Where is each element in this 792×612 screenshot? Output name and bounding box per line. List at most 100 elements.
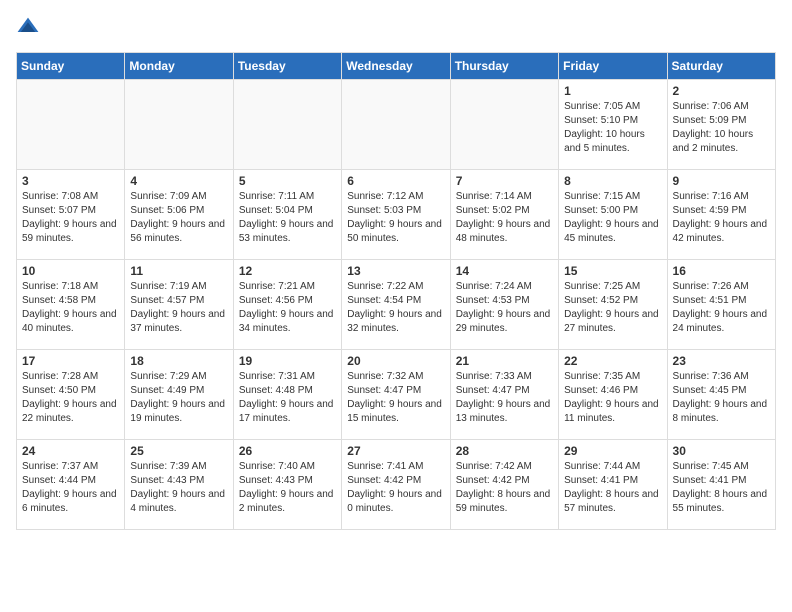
day-detail: Sunrise: 7:15 AMSunset: 5:00 PMDaylight:…: [564, 190, 661, 246]
day-number: 24: [22, 444, 119, 458]
col-header-sunday: Sunday: [17, 53, 125, 80]
day-detail: Sunrise: 7:31 AMSunset: 4:48 PMDaylight:…: [239, 370, 336, 426]
calendar-cell: 24 Sunrise: 7:37 AMSunset: 4:44 PMDayligh…: [17, 440, 125, 530]
day-detail: Sunrise: 7:33 AMSunset: 4:47 PMDaylight:…: [456, 370, 553, 426]
calendar-cell: 15Sunrise: 7:25 AMSunset: 4:52 PMDayligh…: [559, 260, 667, 350]
calendar-cell: 10 Sunrise: 7:18 AMSunset: 4:58 PMDayligh…: [17, 260, 125, 350]
day-detail: Sunrise: 7:08 AMSunset: 5:07 PMDaylight:…: [22, 190, 119, 246]
day-detail: Sunrise: 7:26 AMSunset: 4:51 PMDaylight:…: [673, 280, 770, 336]
col-header-thursday: Thursday: [450, 53, 558, 80]
day-number: 1: [564, 84, 661, 98]
day-detail: Sunrise: 7:45 AMSunset: 4:41 PMDaylight:…: [673, 460, 770, 516]
col-header-monday: Monday: [125, 53, 233, 80]
day-detail: Sunrise: 7:36 AMSunset: 4:45 PMDaylight:…: [673, 370, 770, 426]
calendar-cell: 14 Sunrise: 7:24 AMSunset: 4:53 PMDayligh…: [450, 260, 558, 350]
calendar-cell: [125, 80, 233, 170]
calendar-cell: 16 Sunrise: 7:26 AMSunset: 4:51 PMDayligh…: [667, 260, 775, 350]
day-detail: Sunrise: 7:29 AMSunset: 4:49 PMDaylight:…: [130, 370, 227, 426]
col-header-tuesday: Tuesday: [233, 53, 341, 80]
day-detail: Sunrise: 7:32 AMSunset: 4:47 PMDaylight:…: [347, 370, 444, 426]
calendar-cell: 11 Sunrise: 7:19 AMSunset: 4:57 PMDayligh…: [125, 260, 233, 350]
logo-icon: [16, 16, 40, 40]
day-number: 6: [347, 174, 444, 188]
day-number: 9: [673, 174, 770, 188]
calendar-cell: 26 Sunrise: 7:40 AMSunset: 4:43 PMDayligh…: [233, 440, 341, 530]
day-number: 29: [564, 444, 661, 458]
calendar-cell: 3 Sunrise: 7:08 AMSunset: 5:07 PMDaylight…: [17, 170, 125, 260]
calendar-cell: 22 Sunrise: 7:35 AMSunset: 4:46 PMDayligh…: [559, 350, 667, 440]
calendar-cell: [450, 80, 558, 170]
calendar-cell: 28 Sunrise: 7:42 AMSunset: 4:42 PMDayligh…: [450, 440, 558, 530]
day-detail: Sunrise: 7:09 AMSunset: 5:06 PMDaylight:…: [130, 190, 227, 246]
day-number: 16: [673, 264, 770, 278]
logo: [16, 16, 44, 40]
day-number: 30: [673, 444, 770, 458]
day-number: 19: [239, 354, 336, 368]
calendar-cell: 19 Sunrise: 7:31 AMSunset: 4:48 PMDayligh…: [233, 350, 341, 440]
day-detail: Sunrise: 7:42 AMSunset: 4:42 PMDaylight:…: [456, 460, 553, 516]
day-detail: Sunrise: 7:41 AMSunset: 4:42 PMDaylight:…: [347, 460, 444, 516]
calendar-cell: [233, 80, 341, 170]
day-detail: Sunrise: 7:06 AMSunset: 5:09 PMDaylight:…: [673, 100, 770, 156]
day-detail: Sunrise: 7:25 AMSunset: 4:52 PMDaylight:…: [564, 280, 661, 336]
day-detail: Sunrise: 7:37 AMSunset: 4:44 PMDaylight:…: [22, 460, 119, 516]
day-number: 23: [673, 354, 770, 368]
day-number: 10: [22, 264, 119, 278]
day-detail: Sunrise: 7:39 AMSunset: 4:43 PMDaylight:…: [130, 460, 227, 516]
day-number: 26: [239, 444, 336, 458]
day-detail: Sunrise: 7:16 AMSunset: 4:59 PMDaylight:…: [673, 190, 770, 246]
calendar-cell: 20 Sunrise: 7:32 AMSunset: 4:47 PMDayligh…: [342, 350, 450, 440]
day-number: 13: [347, 264, 444, 278]
day-detail: Sunrise: 7:18 AMSunset: 4:58 PMDaylight:…: [22, 280, 119, 336]
day-number: 21: [456, 354, 553, 368]
calendar-cell: 23 Sunrise: 7:36 AMSunset: 4:45 PMDayligh…: [667, 350, 775, 440]
calendar-cell: 5 Sunrise: 7:11 AMSunset: 5:04 PMDaylight…: [233, 170, 341, 260]
day-number: 20: [347, 354, 444, 368]
day-number: 12: [239, 264, 336, 278]
calendar-cell: 25 Sunrise: 7:39 AMSunset: 4:43 PMDayligh…: [125, 440, 233, 530]
day-detail: Sunrise: 7:24 AMSunset: 4:53 PMDaylight:…: [456, 280, 553, 336]
day-number: 3: [22, 174, 119, 188]
page-header: [16, 16, 776, 40]
day-number: 22: [564, 354, 661, 368]
day-detail: Sunrise: 7:12 AMSunset: 5:03 PMDaylight:…: [347, 190, 444, 246]
calendar-cell: 2 Sunrise: 7:06 AMSunset: 5:09 PMDaylight…: [667, 80, 775, 170]
calendar-cell: 29 Sunrise: 7:44 AMSunset: 4:41 PMDayligh…: [559, 440, 667, 530]
calendar-cell: 4Sunrise: 7:09 AMSunset: 5:06 PMDaylight…: [125, 170, 233, 260]
day-number: 7: [456, 174, 553, 188]
calendar-table: SundayMondayTuesdayWednesdayThursdayFrid…: [16, 52, 776, 530]
col-header-wednesday: Wednesday: [342, 53, 450, 80]
calendar-cell: 30 Sunrise: 7:45 AMSunset: 4:41 PMDayligh…: [667, 440, 775, 530]
day-detail: Sunrise: 7:22 AMSunset: 4:54 PMDaylight:…: [347, 280, 444, 336]
day-number: 5: [239, 174, 336, 188]
day-number: 2: [673, 84, 770, 98]
calendar-cell: 13 Sunrise: 7:22 AMSunset: 4:54 PMDayligh…: [342, 260, 450, 350]
col-header-friday: Friday: [559, 53, 667, 80]
day-number: 18: [130, 354, 227, 368]
day-detail: Sunrise: 7:19 AMSunset: 4:57 PMDaylight:…: [130, 280, 227, 336]
day-detail: Sunrise: 7:28 AMSunset: 4:50 PMDaylight:…: [22, 370, 119, 426]
day-detail: Sunrise: 7:11 AMSunset: 5:04 PMDaylight:…: [239, 190, 336, 246]
day-number: 11: [130, 264, 227, 278]
col-header-saturday: Saturday: [667, 53, 775, 80]
day-number: 27: [347, 444, 444, 458]
calendar-cell: 1 Sunrise: 7:05 AMSunset: 5:10 PMDaylight…: [559, 80, 667, 170]
calendar-cell: 8 Sunrise: 7:15 AMSunset: 5:00 PMDaylight…: [559, 170, 667, 260]
day-detail: Sunrise: 7:14 AMSunset: 5:02 PMDaylight:…: [456, 190, 553, 246]
day-detail: Sunrise: 7:40 AMSunset: 4:43 PMDaylight:…: [239, 460, 336, 516]
day-detail: Sunrise: 7:44 AMSunset: 4:41 PMDaylight:…: [564, 460, 661, 516]
day-detail: Sunrise: 7:05 AMSunset: 5:10 PMDaylight:…: [564, 100, 661, 156]
calendar-cell: 6 Sunrise: 7:12 AMSunset: 5:03 PMDaylight…: [342, 170, 450, 260]
calendar-cell: [342, 80, 450, 170]
day-detail: Sunrise: 7:35 AMSunset: 4:46 PMDaylight:…: [564, 370, 661, 426]
day-number: 25: [130, 444, 227, 458]
day-number: 17: [22, 354, 119, 368]
day-number: 8: [564, 174, 661, 188]
day-detail: Sunrise: 7:21 AMSunset: 4:56 PMDaylight:…: [239, 280, 336, 336]
calendar-cell: 17 Sunrise: 7:28 AMSunset: 4:50 PMDayligh…: [17, 350, 125, 440]
calendar-cell: 12 Sunrise: 7:21 AMSunset: 4:56 PMDayligh…: [233, 260, 341, 350]
day-number: 28: [456, 444, 553, 458]
calendar-cell: [17, 80, 125, 170]
day-number: 14: [456, 264, 553, 278]
calendar-cell: 21 Sunrise: 7:33 AMSunset: 4:47 PMDayligh…: [450, 350, 558, 440]
